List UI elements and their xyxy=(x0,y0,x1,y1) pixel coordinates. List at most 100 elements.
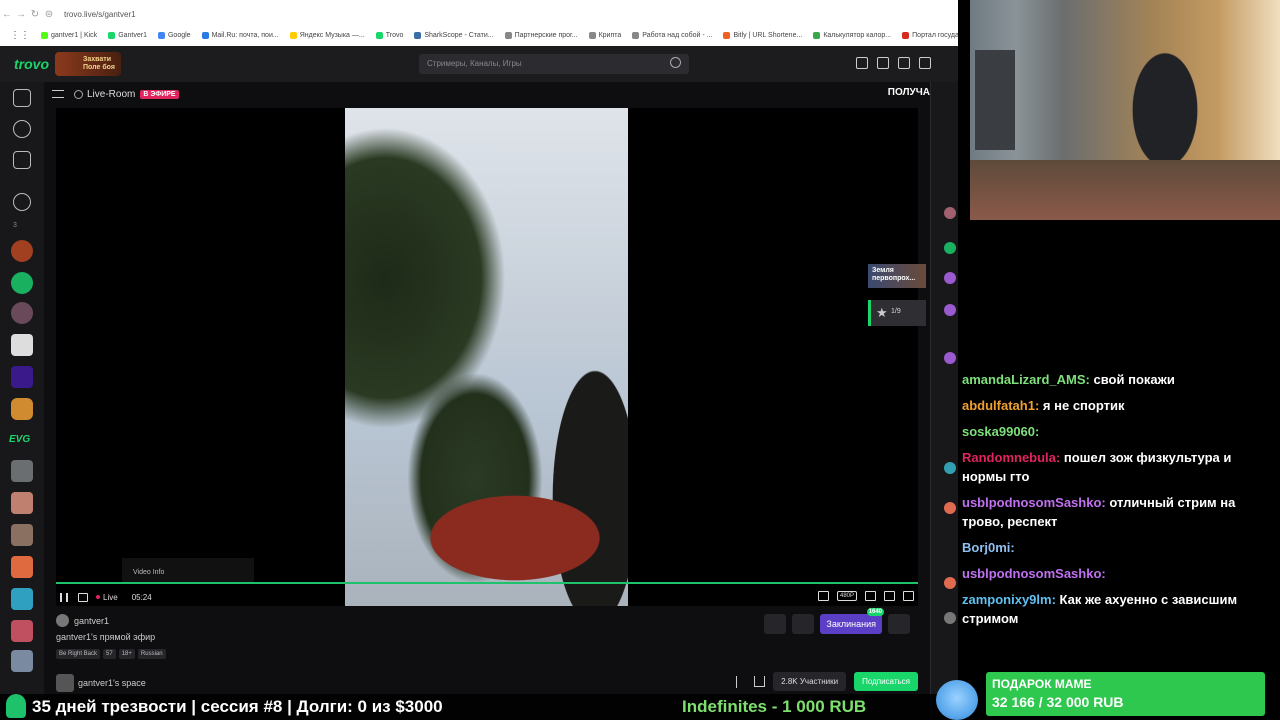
promo-line-2: Поле боя xyxy=(83,64,115,71)
channel-avatar[interactable] xyxy=(11,556,33,578)
bookmark-item[interactable]: Работа над собой - ... xyxy=(632,31,713,39)
bookmark-icon xyxy=(414,31,422,39)
apps-icon[interactable]: ⋮⋮ xyxy=(10,30,30,41)
channel-avatar[interactable] xyxy=(11,334,33,356)
progress-bar[interactable] xyxy=(56,582,918,584)
search-input[interactable]: Стримеры, Каналы, Игры xyxy=(419,54,689,74)
bookmark-item[interactable]: Bitly | URL Shortene... xyxy=(723,31,802,39)
stream-tag[interactable]: Be Right Back xyxy=(56,649,101,659)
messages-icon[interactable] xyxy=(856,57,868,69)
streamer-name[interactable]: gantver1 xyxy=(74,616,109,626)
promo-line-1: Захвати xyxy=(83,56,112,63)
clip-icon[interactable] xyxy=(817,591,829,601)
following-heart-icon[interactable] xyxy=(13,193,31,211)
space-label[interactable]: gantver1's space xyxy=(78,678,146,688)
channel-avatar[interactable] xyxy=(11,620,33,642)
bookmark-icon xyxy=(157,31,165,39)
menu-icon[interactable] xyxy=(52,90,64,98)
live-room-title: Live-Room xyxy=(87,88,136,100)
channel-avatar[interactable] xyxy=(11,588,33,610)
home-icon[interactable] xyxy=(13,89,31,107)
volume-icon[interactable] xyxy=(78,592,88,602)
gift-icon[interactable] xyxy=(764,614,787,634)
task-widget[interactable]: ★ 1/9 xyxy=(868,300,926,326)
spells-button[interactable]: Заклинания 1640 xyxy=(820,608,884,634)
subscribe-button[interactable]: Подписаться xyxy=(854,672,918,691)
bookmark-item[interactable]: Партнерские прог... xyxy=(504,31,578,39)
bookmark-item[interactable]: gantver1 | Kick xyxy=(41,31,97,39)
promo-banner[interactable]: Захвати Поле боя xyxy=(55,52,121,76)
trovo-header: trovo Захвати Поле боя Стримеры, Каналы,… xyxy=(0,46,958,82)
bookmark-item[interactable]: Google xyxy=(157,31,191,39)
channel-avatar[interactable] xyxy=(11,366,33,388)
wallet-icon[interactable] xyxy=(888,614,910,634)
streamer-row: gantver1 xyxy=(56,614,109,627)
bookmark-item[interactable]: Яндекс Музыка —... xyxy=(289,31,365,39)
chat-message: usblpodnosomSashko: отличный стрим на тр… xyxy=(962,493,1262,531)
bookmark-label: Работа над собой - ... xyxy=(642,31,713,39)
stream-tag[interactable]: Russian xyxy=(137,649,166,659)
browser-chrome: ← → ↻ ⊜ trovo.live/s/gantver1 ⋮⋮ gantver… xyxy=(0,0,958,46)
apps-grid-icon[interactable] xyxy=(792,614,815,634)
bookmark-item[interactable]: Калькулятор калор... xyxy=(813,31,891,39)
bookmark-item[interactable]: Gantver1 xyxy=(108,31,147,39)
streamer-avatar[interactable] xyxy=(56,614,69,627)
search-icon[interactable] xyxy=(670,57,681,68)
channel-avatar[interactable] xyxy=(11,524,33,546)
chat-avatar xyxy=(944,207,956,219)
streamer-icon[interactable] xyxy=(13,151,31,169)
forward-icon[interactable]: → xyxy=(14,9,28,20)
chat-username: usblpodnosomSashko: xyxy=(962,566,1106,581)
video-info-tooltip: Video Info xyxy=(122,558,254,584)
stream-tag[interactable]: 57 xyxy=(103,649,116,659)
wide-icon[interactable] xyxy=(884,591,895,601)
chat-text: я не спортик xyxy=(1042,398,1125,413)
fullscreen-icon[interactable] xyxy=(903,591,914,601)
channel-avatar[interactable] xyxy=(11,460,33,482)
language-icon[interactable] xyxy=(919,57,931,69)
trovo-logo[interactable]: trovo xyxy=(14,56,49,72)
notifications-icon[interactable] xyxy=(877,57,889,69)
bookmark-label: Партнерские прог... xyxy=(514,31,578,39)
channel-avatar[interactable] xyxy=(11,272,33,294)
site-info-icon[interactable]: ⊜ xyxy=(42,9,56,20)
channel-avatar[interactable] xyxy=(11,492,33,514)
chat-message: zamponixy9lm: Как же ахуенно с зависшим … xyxy=(962,590,1262,628)
event-banner-line1: Земля xyxy=(872,267,894,274)
channel-avatar[interactable] xyxy=(11,302,33,324)
video-frame[interactable] xyxy=(345,108,628,606)
pause-icon[interactable] xyxy=(60,592,68,602)
chat-message: soska99060: xyxy=(962,422,1262,441)
video-player[interactable]: Video Info Live 05:24 480P xyxy=(56,108,918,606)
webcam-feed xyxy=(970,0,1280,220)
channel-evg[interactable]: EVG xyxy=(9,434,30,445)
bookmark-item[interactable]: Крипта xyxy=(588,31,621,39)
quality-button[interactable]: 480P xyxy=(836,591,857,601)
channel-avatar[interactable] xyxy=(11,240,33,262)
theater-icon[interactable] xyxy=(865,591,876,601)
gift-goal-widget: ПОДАРОК МАМЕ 32 166 / 32 000 RUB xyxy=(986,672,1265,716)
channel-avatar[interactable] xyxy=(11,398,33,420)
stream-actions: Заклинания 1640 xyxy=(764,608,910,634)
reload-icon[interactable]: ↻ xyxy=(28,9,42,20)
tools-icon[interactable] xyxy=(898,57,910,69)
bookmark-icon xyxy=(813,31,821,39)
participants-button[interactable]: 2.8K Участники xyxy=(773,672,847,691)
chat-username: amandaLizard_AMS: xyxy=(962,372,1090,387)
bookmark-icon xyxy=(632,31,640,39)
bookmark-item[interactable]: Mail.Ru: почта, пои... xyxy=(201,31,279,39)
space-avatar[interactable] xyxy=(56,674,74,692)
get-reward-button[interactable]: ПОЛУЧА xyxy=(888,87,930,98)
channel-avatar[interactable] xyxy=(11,650,33,672)
bookmark-label: Яндекс Музыка —... xyxy=(299,31,365,39)
bookmark-item[interactable]: SharkScope - Стати... xyxy=(414,31,494,39)
back-icon[interactable]: ← xyxy=(0,9,14,20)
bookmark-item[interactable]: Trovo xyxy=(375,31,403,39)
report-flag-icon[interactable] xyxy=(736,675,746,688)
browse-icon[interactable] xyxy=(13,120,31,138)
address-bar[interactable]: trovo.live/s/gantver1 xyxy=(64,10,136,19)
event-banner[interactable]: Земля первопрох... xyxy=(868,264,926,288)
share-icon[interactable] xyxy=(754,676,766,687)
stream-tag[interactable]: 18+ xyxy=(118,649,135,659)
bookmark-item[interactable]: Портал государств... xyxy=(902,31,958,39)
